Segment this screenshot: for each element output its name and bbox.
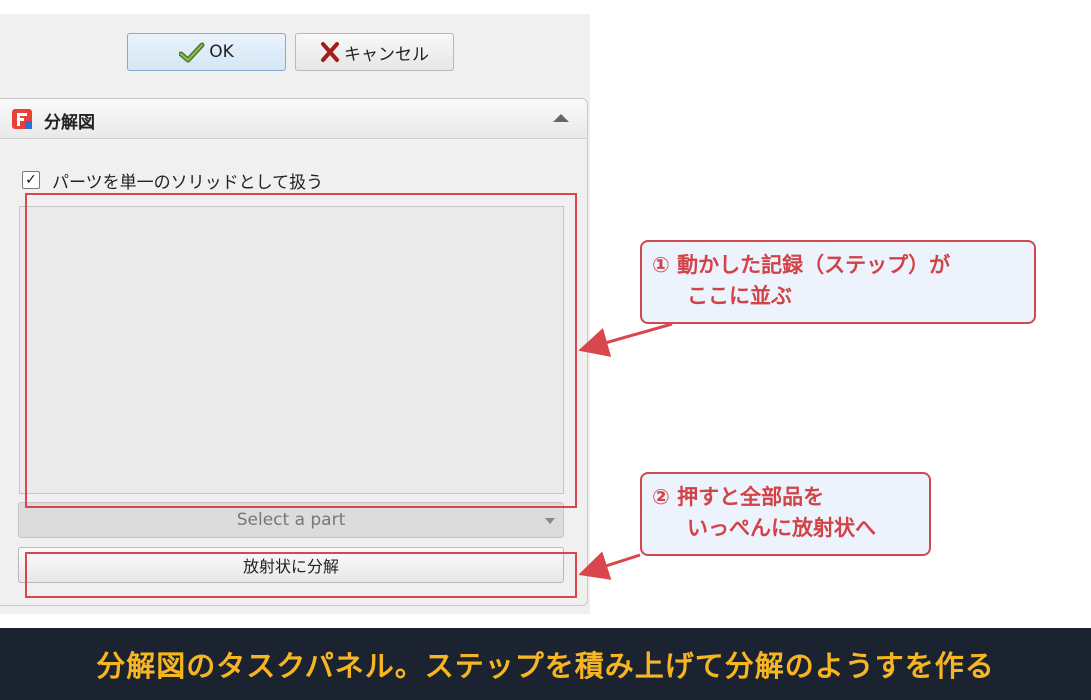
cancel-button[interactable]: キャンセル (295, 33, 454, 71)
arrow-to-steps (578, 322, 673, 357)
ok-button-label: OK (209, 42, 234, 62)
callout-steps-line2: ここに並ぶ (687, 284, 792, 308)
single-solid-checkbox[interactable]: ✓ (22, 171, 40, 189)
caption-bar: 分解図のタスクパネル。ステップを積み上げて分解のようすを作る (0, 628, 1091, 700)
callout-explode: ② 押すと全部品を いっぺんに放射状へ (640, 472, 931, 556)
steps-highlight-box (25, 193, 577, 508)
ok-check-icon (179, 42, 205, 63)
callout-steps: ① 動かした記録（ステップ）が ここに並ぶ (640, 240, 1036, 324)
section-title: 分解図 (44, 113, 95, 133)
section-header[interactable]: 分解図 (0, 99, 587, 139)
callout-steps-line1: ① 動かした記録（ステップ）が (652, 253, 951, 277)
collapse-arrow-icon[interactable] (553, 114, 569, 122)
exploded-view-icon (12, 109, 32, 129)
callout-steps-line2-wrap: ここに並ぶ (652, 281, 1024, 312)
chevron-down-icon (545, 518, 555, 524)
callout-explode-line1: ② 押すと全部品を (652, 485, 825, 509)
cancel-x-icon (321, 42, 339, 62)
arrow-to-explode-button (578, 551, 641, 580)
select-part-placeholder: Select a part (236, 510, 346, 530)
ok-button[interactable]: OK (127, 33, 286, 71)
single-solid-checkbox-label: パーツを単一のソリッドとして扱う (52, 173, 324, 193)
cancel-button-label: キャンセル (344, 44, 429, 65)
callout-explode-line2: いっぺんに放射状へ (687, 516, 876, 540)
callout-explode-line2-wrap: いっぺんに放射状へ (652, 513, 919, 544)
explode-button-highlight-box (25, 552, 577, 598)
caption-text: 分解図のタスクパネル。ステップを積み上げて分解のようすを作る (96, 649, 995, 683)
